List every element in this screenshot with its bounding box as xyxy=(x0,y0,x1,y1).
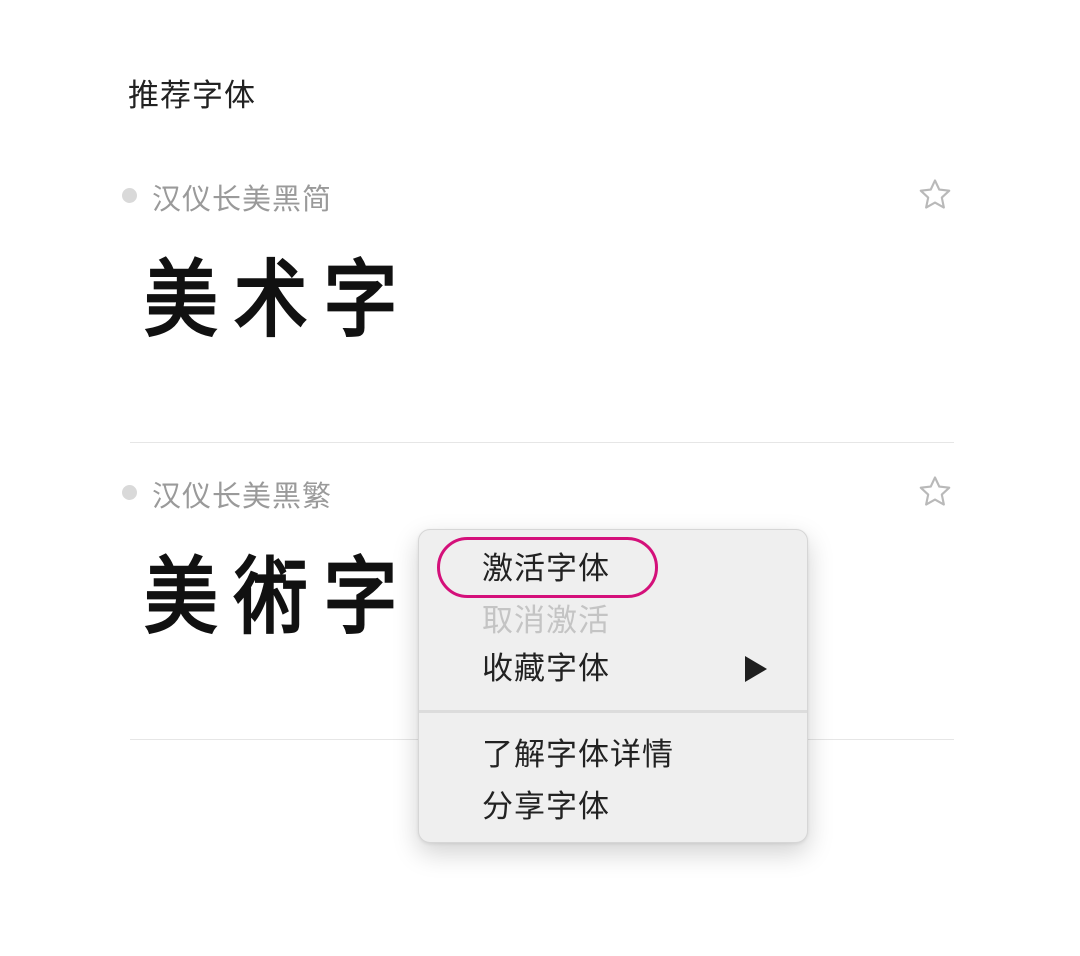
font-preview-text: 美術字 xyxy=(144,547,414,646)
page-title: 推荐字体 xyxy=(128,78,256,114)
card-divider xyxy=(130,442,954,443)
menu-separator xyxy=(419,710,807,713)
star-outline-icon[interactable] xyxy=(916,473,954,511)
font-name: 汉仪长美黑繁 xyxy=(152,479,333,513)
font-preview-text: 美术字 xyxy=(144,250,414,349)
font-card-hanyi-changmeihei-simplified[interactable]: 汉仪长美黑简 美术字 xyxy=(120,170,954,443)
menu-item-deactivate-font: 取消激活 xyxy=(482,603,610,639)
font-name: 汉仪长美黑简 xyxy=(152,182,333,216)
menu-item-font-details[interactable]: 了解字体详情 xyxy=(482,733,783,777)
menu-item-share-font[interactable]: 分享字体 xyxy=(482,785,783,829)
font-card-header: 汉仪长美黑简 xyxy=(120,170,954,226)
font-context-menu: 激活字体 取消激活 收藏字体 了解字体详情 分享字体 xyxy=(418,529,808,843)
menu-item-collect-font[interactable]: 收藏字体 xyxy=(482,647,783,691)
menu-item-activate-font[interactable]: 激活字体 xyxy=(482,547,783,591)
triangle-right-icon xyxy=(745,656,767,682)
font-card-header: 汉仪长美黑繁 xyxy=(120,467,954,523)
inactive-dot-icon xyxy=(122,188,137,203)
menu-item-label: 收藏字体 xyxy=(482,651,610,687)
star-outline-icon[interactable] xyxy=(916,176,954,214)
inactive-dot-icon xyxy=(122,485,137,500)
